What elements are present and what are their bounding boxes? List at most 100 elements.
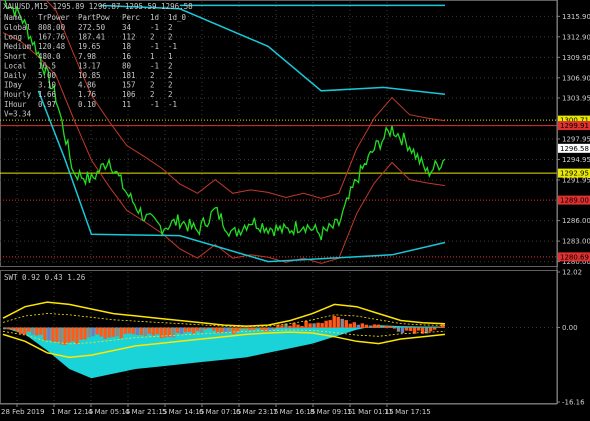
time-tick-label: 7 Mar 16:15 <box>273 408 315 416</box>
stats-cell: 120.48 <box>38 42 66 51</box>
osc-bar <box>328 320 332 328</box>
trading-chart[interactable]: SWT 0.92 0.43 1.26 1315.90 1312.90 1309.90… <box>0 0 590 421</box>
price-tick-label: 1297.95 <box>562 135 590 143</box>
cyan-lower-channel <box>37 90 446 263</box>
stats-cell: 18 <box>122 42 132 51</box>
osc-bar <box>428 327 433 332</box>
osc-bar <box>63 327 67 345</box>
stats-cell: 80 <box>122 61 132 70</box>
osc-bar <box>376 324 381 328</box>
osc-bar <box>400 327 405 334</box>
osc-upper-band <box>2 301 446 327</box>
osc-bar <box>143 327 148 337</box>
stats-cell: Daily <box>4 71 27 80</box>
osc-bar <box>43 327 47 341</box>
osc-bar <box>356 324 360 328</box>
stats-cell: 1 <box>150 52 155 61</box>
stats-cell: 112 <box>122 33 136 42</box>
stats-header: TrPower <box>38 13 70 22</box>
osc-bar <box>179 327 184 335</box>
stats-cell: 19.65 <box>78 42 101 51</box>
time-tick-label: 4 Mar 21:15 <box>125 408 167 416</box>
osc-bar <box>224 327 228 333</box>
stats-cell: 11 <box>122 100 131 109</box>
osc-bar <box>31 327 35 335</box>
osc-bar <box>99 327 103 337</box>
price-tick-label: 1312.90 <box>562 33 590 41</box>
osc-bar <box>127 327 131 334</box>
osc-bar <box>19 327 23 334</box>
stats-cell: -1 <box>150 42 159 51</box>
osc-bar <box>83 327 87 340</box>
osc-bar <box>23 327 27 335</box>
stats-cell: 3.10 <box>38 81 57 90</box>
osc-bar <box>79 327 83 340</box>
stats-cell: 187.41 <box>78 33 105 42</box>
stats-cell: 4.86 <box>78 81 97 90</box>
osc-bar <box>215 327 220 333</box>
symbol-title: XAUUSD,M15 1295.89 1296.87 1295.59 1296.… <box>3 2 193 11</box>
stats-header: PartPow <box>78 13 110 22</box>
stats-cell: Local <box>4 61 27 70</box>
stats-cell: 272.50 <box>78 23 106 32</box>
osc-bar <box>103 327 107 339</box>
osc-bar <box>408 327 413 331</box>
osc-bar <box>7 327 11 330</box>
osc-bar <box>372 324 377 328</box>
osc-bar <box>336 316 340 328</box>
channel-lines <box>2 0 446 264</box>
stats-cell: -1 <box>150 100 159 109</box>
time-tick-label: 28 Feb 2019 <box>1 408 45 416</box>
time-axis[interactable]: 28 Feb 2019 1 Mar 12:154 Mar 05:154 Mar 2… <box>0 403 557 416</box>
stats-cell: IDay <box>4 81 23 90</box>
stats-cell: 34 <box>122 23 132 32</box>
price-tick-label: 1315.90 <box>562 13 590 21</box>
oscillator-panel[interactable]: SWT 0.92 0.43 1.26 <box>0 270 558 404</box>
price-tag-label: 1299.91 <box>560 122 589 130</box>
osc-bar <box>260 327 264 331</box>
stats-cell: 2 <box>150 71 155 80</box>
osc-tick-label: 0.00 <box>562 324 578 332</box>
osc-bar <box>344 320 348 328</box>
osc-bar <box>11 327 15 330</box>
stats-cell: 2 <box>168 90 173 99</box>
osc-bar <box>119 327 123 339</box>
osc-bar <box>107 327 111 338</box>
stats-cell: 1 <box>168 52 173 61</box>
price-tag-label: 1292.95 <box>560 170 589 178</box>
stats-header: 1d_0 <box>168 13 187 22</box>
time-tick-label: 8 Mar 09:15 <box>310 408 352 416</box>
upper-channel <box>45 0 446 199</box>
osc-bar <box>171 327 176 338</box>
osc-bar <box>183 327 188 333</box>
osc-bar <box>35 327 39 336</box>
osc-bar <box>91 327 95 337</box>
time-tick-label: 4 Mar 05:15 <box>88 408 130 416</box>
stats-cell: 2 <box>168 23 173 32</box>
osc-bar <box>296 324 300 328</box>
osc-bar <box>39 327 43 335</box>
stats-cell: -1 <box>150 23 159 32</box>
osc-bar <box>332 315 336 328</box>
stats-cell: 480.0 <box>38 52 61 61</box>
osc-bar <box>244 327 248 330</box>
stats-cell: 13.17 <box>78 61 101 70</box>
price-tick-label: 1283.00 <box>562 238 590 246</box>
stats-cell: 2 <box>150 90 155 99</box>
stats-cell: Global <box>4 23 31 32</box>
oscillator-title: SWT 0.92 0.43 1.26 <box>4 273 86 282</box>
osc-bar <box>348 323 352 328</box>
stats-cell: 16.5 <box>38 61 56 70</box>
osc-bar <box>432 327 437 330</box>
osc-tick-label: 12.02 <box>562 269 582 277</box>
osc-bar <box>191 327 196 334</box>
osc-bar <box>187 327 192 333</box>
osc-bar <box>131 327 135 335</box>
osc-bar <box>272 327 276 329</box>
stats-cell: 2 <box>150 33 155 42</box>
osc-bar <box>300 325 304 328</box>
stats-cell: 0.10 <box>78 100 97 109</box>
osc-bar <box>123 327 127 334</box>
oscillator-axis[interactable]: 12.02 0.00 -16.16 <box>557 269 585 407</box>
osc-bar <box>324 320 328 328</box>
